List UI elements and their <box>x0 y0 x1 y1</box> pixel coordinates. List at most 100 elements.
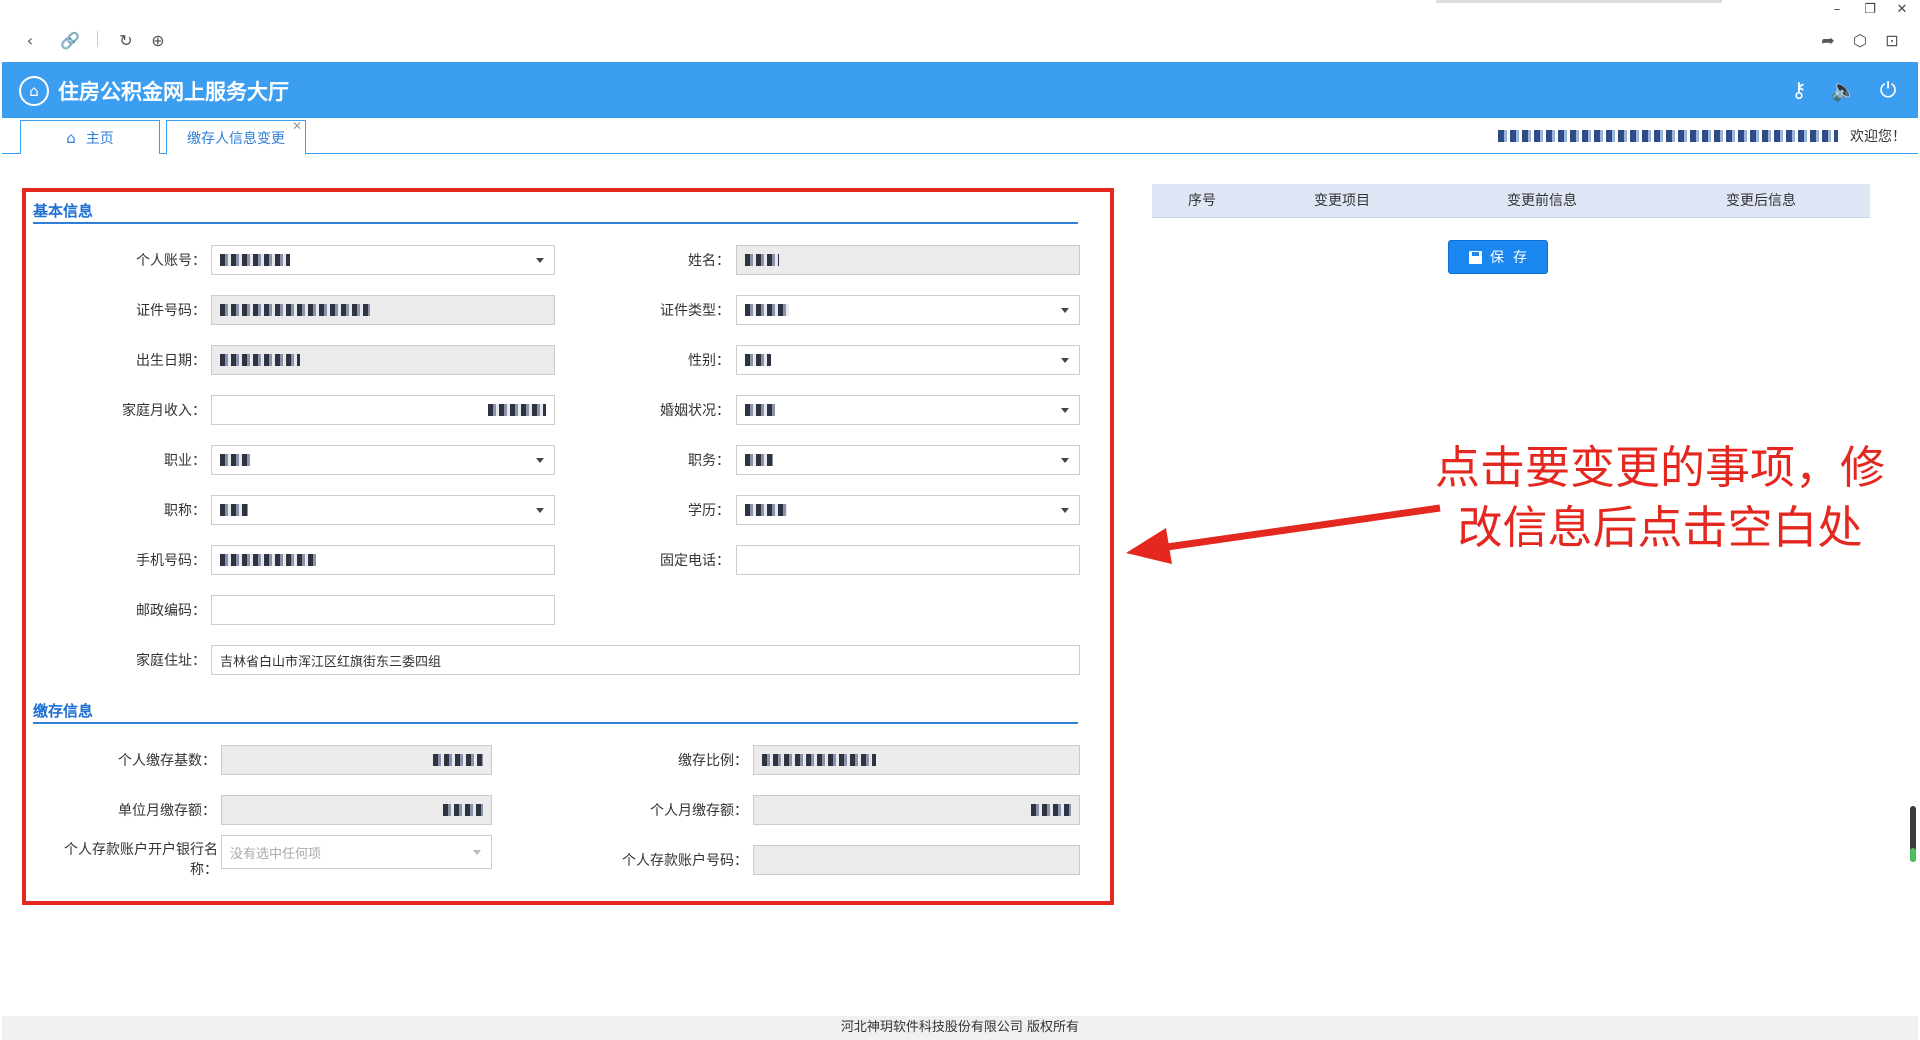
address-input[interactable]: 吉林省白山市浑江区红旗街东三委四组 <box>211 645 1080 675</box>
header-serial: 序号 <box>1188 193 1216 209</box>
deposit-info-title: 缴存信息 <box>33 702 94 720</box>
chevron-down-icon <box>1061 308 1069 313</box>
chevron-down-icon <box>473 850 481 855</box>
title-label: 职称： <box>164 503 206 519</box>
family-income-input[interactable] <box>211 395 555 425</box>
masked-value <box>488 404 546 416</box>
id-number-field <box>211 295 555 325</box>
restore-icon[interactable]: ❐ <box>1860 2 1880 17</box>
gender-select[interactable] <box>736 345 1080 375</box>
bank-placeholder: 没有选中任何项 <box>230 846 322 862</box>
speaker-icon[interactable]: 🔈 <box>1829 75 1859 105</box>
ratio-label: 缴存比例： <box>678 753 748 769</box>
birth-label: 出生日期： <box>136 353 206 369</box>
welcome-area: 欢迎您！ <box>1498 126 1906 146</box>
bank-account-field <box>753 845 1080 875</box>
basic-info-divider <box>33 222 1078 224</box>
chevron-down-icon <box>1061 508 1069 513</box>
tab-home-label: 主页 <box>85 130 114 147</box>
change-table-header: 序号 变更项目 变更前信息 变更后信息 <box>1152 184 1870 218</box>
power-icon[interactable]: ⏻ <box>1873 75 1903 105</box>
user-info-masked <box>1498 130 1838 142</box>
browser-tab-strip <box>1436 0 1722 3</box>
education-select[interactable] <box>736 495 1080 525</box>
mobile-input[interactable] <box>211 545 555 575</box>
masked-value <box>220 554 316 566</box>
app-title: 住房公积金网上服务大厅 <box>58 80 289 104</box>
masked-value <box>745 354 771 366</box>
position-select[interactable] <box>736 445 1080 475</box>
unit-monthly-label: 单位月缴存额： <box>118 803 216 819</box>
education-label: 学历： <box>688 503 730 519</box>
masked-value <box>220 454 250 466</box>
id-type-select[interactable] <box>736 295 1080 325</box>
masked-value <box>220 354 300 366</box>
footer: 河北神玥软件科技股份有限公司 版权所有 <box>2 1016 1918 1040</box>
save-button-label: 保 存 <box>1490 250 1527 266</box>
chevron-down-icon <box>1061 408 1069 413</box>
header-after: 变更后信息 <box>1726 193 1796 209</box>
postcode-label: 邮政编码： <box>136 603 206 619</box>
header-before: 变更前信息 <box>1507 193 1577 209</box>
chevron-down-icon <box>536 458 544 463</box>
name-field <box>736 245 1080 275</box>
toolbar-divider <box>97 31 98 47</box>
id-type-label: 证件类型： <box>660 303 730 319</box>
back-icon[interactable]: ‹ <box>18 28 42 52</box>
annotation-line-2: 改信息后点击空白处 <box>1457 501 1863 554</box>
account-label: 个人账号： <box>136 253 206 269</box>
tab-depositor-info-change[interactable]: 缴存人信息变更 ✕ <box>166 119 306 155</box>
tab-home[interactable]: ⌂ 主页 <box>20 120 160 154</box>
masked-value <box>220 504 248 516</box>
account-select[interactable] <box>211 245 555 275</box>
minimize-icon[interactable]: – <box>1827 2 1847 17</box>
link-icon[interactable]: 🔗 <box>58 28 82 52</box>
basic-info-title: 基本信息 <box>33 202 94 220</box>
masked-value <box>745 304 789 316</box>
instruction-annotation: 点击要变更的事项，修 改信息后点击空白处 <box>1430 438 1890 558</box>
marital-select[interactable] <box>736 395 1080 425</box>
lock-icon[interactable]: ⊡ <box>1880 28 1904 52</box>
save-button[interactable]: 保 存 <box>1448 240 1548 274</box>
deposit-info-divider <box>33 722 1078 724</box>
birth-field <box>211 345 555 375</box>
masked-value <box>443 804 483 816</box>
welcome-text: 欢迎您！ <box>1850 129 1906 145</box>
header-change-item: 变更项目 <box>1314 193 1370 209</box>
housing-fund-logo-icon: ⌂ <box>19 76 49 106</box>
masked-value <box>220 304 370 316</box>
close-icon[interactable]: ✕ <box>1892 2 1912 17</box>
globe-icon[interactable]: ⊕ <box>146 28 170 52</box>
annotation-line-1: 点击要变更的事项，修 <box>1434 441 1885 494</box>
refresh-icon[interactable]: ↻ <box>114 28 138 52</box>
masked-value <box>220 254 290 266</box>
phone-input[interactable] <box>736 545 1080 575</box>
title-select[interactable] <box>211 495 555 525</box>
masked-value <box>745 404 775 416</box>
masked-value <box>745 504 787 516</box>
postcode-input[interactable] <box>211 595 555 625</box>
occupation-select[interactable] <box>211 445 555 475</box>
personal-monthly-label: 个人月缴存额： <box>650 803 748 819</box>
bank-label: 个人存款账户开户银行名称： <box>64 842 218 878</box>
marital-label: 婚姻状况： <box>660 403 730 419</box>
address-label: 家庭住址： <box>136 653 206 669</box>
masked-value <box>762 754 876 766</box>
chevron-down-icon <box>536 258 544 263</box>
bank-select[interactable]: 没有选中任何项 <box>221 835 492 869</box>
masked-value <box>433 754 483 766</box>
scroll-indicator[interactable] <box>1910 806 1916 862</box>
close-tab-icon[interactable]: ✕ <box>292 119 302 133</box>
cube-icon[interactable]: ⬡ <box>1848 28 1872 52</box>
key-icon[interactable]: ⚷ <box>1784 75 1814 105</box>
position-label: 职务： <box>688 453 730 469</box>
masked-value <box>1031 804 1071 816</box>
bank-account-label: 个人存款账户号码： <box>622 853 748 869</box>
id-number-label: 证件号码： <box>136 303 206 319</box>
tab-bar: ⌂ 主页 缴存人信息变更 ✕ 欢迎您！ <box>2 118 1918 155</box>
gender-label: 性别： <box>688 353 730 369</box>
ratio-field <box>753 745 1080 775</box>
share-icon[interactable]: ➦ <box>1816 28 1840 52</box>
personal-monthly-field <box>753 795 1080 825</box>
base-label: 个人缴存基数： <box>118 753 216 769</box>
